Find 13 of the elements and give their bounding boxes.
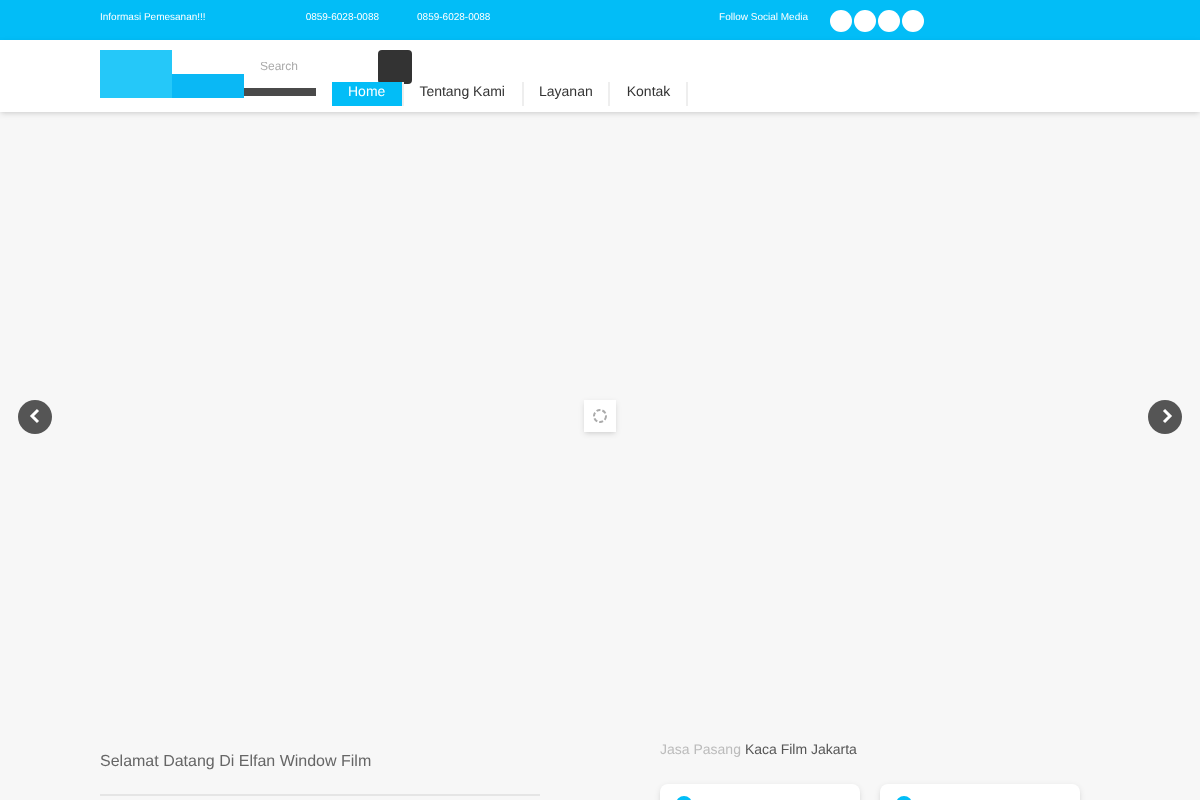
welcome-title: Selamat Datang Di Elfan Window Film	[100, 750, 374, 774]
social-icon[interactable]	[854, 9, 876, 31]
previous-button[interactable]	[18, 399, 52, 433]
search-bar-base	[244, 88, 316, 96]
logo-drawing	[100, 50, 244, 98]
next-button[interactable]	[1148, 399, 1182, 433]
chevron-left-icon	[27, 408, 43, 424]
chevron-right-icon	[1157, 408, 1173, 424]
social-icon[interactable]	[878, 9, 900, 31]
loading-icon	[584, 400, 616, 432]
social-icon[interactable]	[902, 9, 924, 31]
social-icon[interactable]	[830, 9, 852, 31]
search-button[interactable]	[378, 50, 412, 84]
